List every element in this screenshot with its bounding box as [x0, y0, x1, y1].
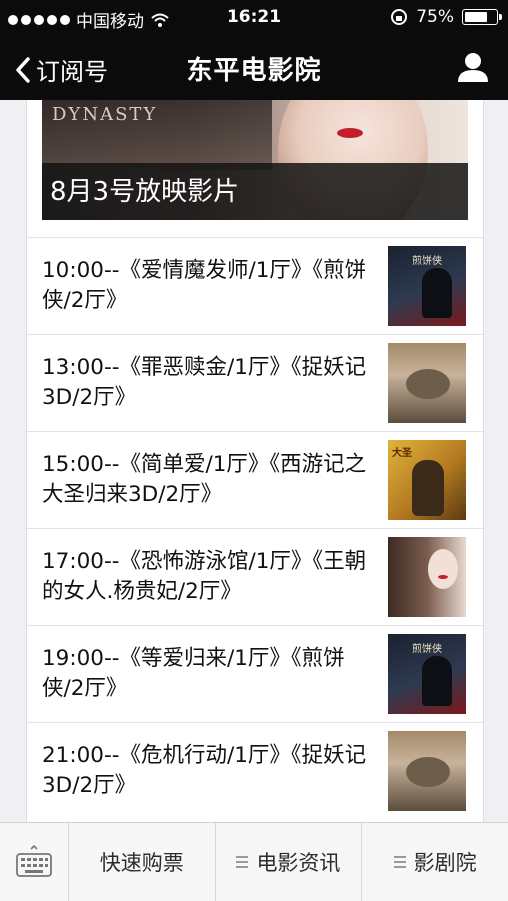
poster-figure: [422, 656, 452, 706]
banner-image: DYNASTY 8月3号放映影片: [42, 100, 468, 220]
movie-poster-thumb[interactable]: 煎饼侠: [388, 634, 466, 714]
menu-quick-ticket[interactable]: 快速购票: [67, 823, 215, 901]
banner-caption: 8月3号放映影片: [50, 177, 240, 207]
poster-figure: [406, 369, 450, 399]
banner-logo: DYNASTY: [52, 104, 158, 125]
banner-lips: [337, 128, 363, 138]
schedule-text: 17:00--《恐怖游泳馆/1厅》《王朝的女人.杨贵妃/2厅》: [42, 549, 367, 604]
poster-lips: [438, 575, 448, 579]
movie-poster-thumb[interactable]: [388, 343, 466, 423]
submenu-icon: [393, 853, 406, 871]
keyboard-toggle-button[interactable]: [0, 823, 68, 901]
menu-label: 电影资讯: [256, 851, 341, 875]
schedule-row[interactable]: 13:00--《罪恶赎金/1厅》《捉妖记3D/2厅》: [27, 334, 483, 431]
article-content: DYNASTY 8月3号放映影片 10:00--《爱情魔发师/1厅》《煎饼侠/2…: [26, 100, 484, 822]
schedule-row[interactable]: 21:00--《危机行动/1厅》《捉妖记3D/2厅》: [27, 722, 483, 819]
battery-icon: [462, 9, 502, 25]
status-bar: 中国移动 16:21 75%: [0, 0, 508, 34]
poster-face: [428, 549, 458, 589]
schedule-text: 15:00--《简单爱/1厅》《西游记之大圣归来3D/2厅》: [42, 452, 367, 507]
user-icon: [458, 53, 488, 82]
menu-theater[interactable]: 影剧院: [361, 823, 508, 901]
poster-figure: [412, 460, 444, 516]
schedule-text: 13:00--《罪恶赎金/1厅》《捉妖记3D/2厅》: [42, 355, 367, 410]
nav-bar: 订阅号 东平电影院: [0, 34, 508, 100]
poster-title: 煎饼侠: [412, 256, 442, 267]
movie-poster-thumb[interactable]: 煎饼侠: [388, 246, 466, 326]
schedule-text: 10:00--《爱情魔发师/1厅》《煎饼侠/2厅》: [42, 258, 367, 313]
battery-percent: 75%: [416, 7, 454, 27]
menu-label: 快速购票: [99, 851, 184, 875]
menu-movie-news[interactable]: 电影资讯: [214, 823, 362, 901]
poster-title: 大圣: [392, 448, 412, 459]
movie-poster-thumb[interactable]: 大圣: [388, 440, 466, 520]
bottom-menu-bar: 快速购票 电影资讯 影剧院: [0, 822, 508, 901]
status-right: 75%: [390, 7, 502, 27]
schedule-row[interactable]: 15:00--《简单爱/1厅》《西游记之大圣归来3D/2厅》 大圣: [27, 431, 483, 528]
movie-poster-thumb[interactable]: [388, 537, 466, 617]
menu-label: 影剧院: [413, 851, 477, 875]
poster-figure: [422, 268, 452, 318]
page-title: 东平电影院: [186, 56, 322, 86]
rotation-lock-icon: [391, 9, 408, 25]
poster-figure: [406, 757, 450, 787]
schedule-row[interactable]: 19:00--《等爱归来/1厅》《煎饼侠/2厅》 煎饼侠: [27, 625, 483, 722]
movie-poster-thumb[interactable]: [388, 731, 466, 811]
submenu-icon: [236, 853, 249, 871]
schedule-row[interactable]: 17:00--《恐怖游泳馆/1厅》《王朝的女人.杨贵妃/2厅》: [27, 528, 483, 625]
schedule-text: 21:00--《危机行动/1厅》《捉妖记3D/2厅》: [42, 743, 367, 798]
user-profile-button[interactable]: [456, 50, 490, 88]
schedule-row[interactable]: 10:00--《爱情魔发师/1厅》《煎饼侠/2厅》 煎饼侠: [27, 237, 483, 334]
poster-title: 煎饼侠: [412, 644, 442, 655]
schedule-text: 19:00--《等爱归来/1厅》《煎饼侠/2厅》: [42, 646, 345, 701]
schedule-list: 10:00--《爱情魔发师/1厅》《煎饼侠/2厅》 煎饼侠 13:00--《罪恶…: [27, 237, 483, 819]
keyboard-icon: [16, 845, 52, 877]
